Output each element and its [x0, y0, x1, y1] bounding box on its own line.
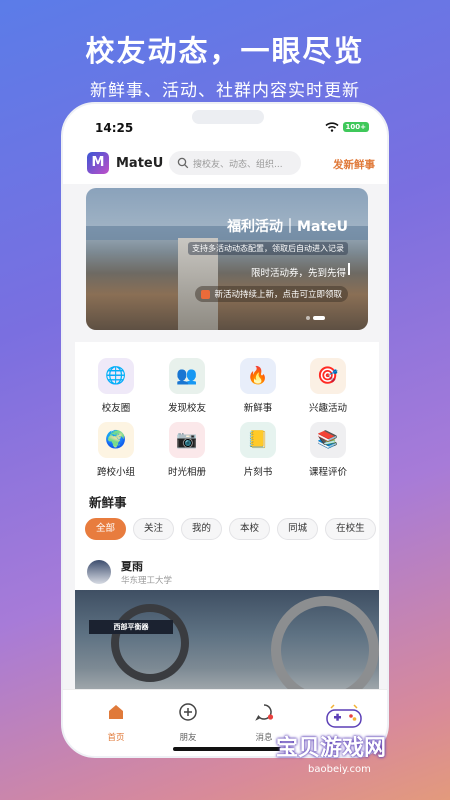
- post-school: 华东理工大学: [121, 576, 173, 586]
- photo-sign: 西部平衡器: [89, 620, 173, 634]
- grid-item-label: 校友圈: [101, 403, 131, 414]
- post-image[interactable]: 西部平衡器: [75, 590, 379, 704]
- feature-grid: 🌐 校友圈 👥 发现校友 🔥 新鲜事 🎯 兴趣活动 🌍 跨校小组 📷 时光相册 📒 片刻书 📚 课程评价: [75, 342, 379, 480]
- watermark-main: 宝贝游戏网: [276, 736, 387, 761]
- grid-item-label: 新鲜事: [243, 403, 273, 414]
- grid-item-label: 片刻书: [243, 467, 273, 478]
- target-icon: 🎯: [310, 358, 346, 394]
- app-logo-icon: M: [87, 152, 109, 174]
- filter-chip[interactable]: 我的: [181, 518, 223, 540]
- banner-title: 福利活动｜MateU: [227, 219, 348, 235]
- carousel-dot: [306, 316, 310, 320]
- chat-bubble-icon: [255, 704, 274, 721]
- app-name: MateU: [116, 156, 164, 171]
- grid-item-5[interactable]: 📷 时光相册: [152, 422, 222, 478]
- earth-icon: 🌍: [98, 422, 134, 458]
- banner-cta[interactable]: 新活动持续上新，点击可立即领取: [195, 286, 348, 302]
- new-post-button[interactable]: 发新鲜事: [333, 157, 375, 172]
- app-header: M MateU 搜校友、动态、组织... 发新鲜事: [63, 144, 387, 184]
- gift-icon: [201, 289, 211, 299]
- phone-frame: 14:25 100+ M MateU 搜校友、动态、组织... 发新鲜事 福利活…: [61, 102, 389, 758]
- carousel-dots: [306, 316, 325, 320]
- avatar[interactable]: [87, 560, 111, 584]
- search-placeholder: 搜校友、动态、组织...: [193, 159, 283, 170]
- filter-chip[interactable]: 关注: [133, 518, 175, 540]
- grid-item-label: 兴趣活动: [308, 403, 347, 414]
- grid-item-6[interactable]: 📒 片刻书: [223, 422, 293, 478]
- tab-friends-label: 朋友: [179, 733, 197, 743]
- filter-chip[interactable]: 全部: [85, 518, 127, 540]
- grid-item-0[interactable]: 🌐 校友圈: [81, 358, 151, 414]
- grid-item-label: 跨校小组: [96, 467, 135, 478]
- plus-circle-icon: [179, 703, 197, 721]
- post-card[interactable]: 夏雨 华东理工大学 西部平衡器: [75, 550, 379, 704]
- people-icon: 👥: [169, 358, 205, 394]
- grid-item-label: 课程评价: [308, 467, 347, 478]
- feed-section-title: 新鲜事: [89, 495, 127, 510]
- globe-icon: 🌐: [98, 358, 134, 394]
- home-indicator: [173, 747, 281, 751]
- search-input[interactable]: 搜校友、动态、组织...: [169, 151, 301, 175]
- grid-item-7[interactable]: 📚 课程评价: [293, 422, 363, 478]
- gamepad-icon: [326, 704, 362, 728]
- photo-disc: [111, 604, 189, 682]
- filter-chips: 全部 关注 我的 本校 同城 在校生: [85, 518, 385, 540]
- promo-banner[interactable]: 福利活动｜MateU 支持多活动动态配置，领取后自动进入记录 限时活动券，先到先…: [86, 188, 368, 330]
- filter-chip[interactable]: 同城: [277, 518, 319, 540]
- banner-cta-text: 新活动持续上新，点击可立即领取: [214, 290, 342, 300]
- promo-title: 校友动态，一眼尽览: [85, 34, 365, 68]
- grid-item-label: 发现校友: [167, 403, 206, 414]
- post-username[interactable]: 夏雨: [121, 558, 143, 574]
- tab-home[interactable]: 首页: [91, 702, 141, 743]
- status-time: 14:25: [95, 121, 134, 135]
- filter-chip[interactable]: 本校: [229, 518, 271, 540]
- filter-chip[interactable]: 在校生: [325, 518, 376, 540]
- wifi-icon: [324, 122, 339, 132]
- tab-friends[interactable]: 朋友: [163, 702, 213, 743]
- search-icon: [177, 157, 189, 169]
- camera-icon: 📷: [169, 422, 205, 458]
- books-icon: 📚: [310, 422, 346, 458]
- home-icon: [109, 705, 123, 719]
- banner-tagline: 限时活动券，先到先得: [250, 268, 346, 279]
- grid-item-2[interactable]: 🔥 新鲜事: [223, 358, 293, 414]
- fire-icon: 🔥: [240, 358, 276, 394]
- grid-item-3[interactable]: 🎯 兴趣活动: [293, 358, 363, 414]
- dynamic-island: [192, 110, 264, 124]
- grid-item-1[interactable]: 👥 发现校友: [152, 358, 222, 414]
- grid-item-4[interactable]: 🌍 跨校小组: [81, 422, 151, 478]
- photo-ring: [271, 596, 379, 704]
- watermark: 宝贝游戏网 baobeiy.com: [276, 730, 386, 775]
- book-icon: 📒: [240, 422, 276, 458]
- status-indicators: 100+: [324, 122, 369, 132]
- carousel-dot-active: [313, 316, 325, 320]
- battery-icon: 100+: [342, 122, 369, 132]
- tab-home-label: 首页: [107, 733, 125, 743]
- banner-cursor: [348, 263, 350, 275]
- banner-caption: 支持多活动动态配置，领取后自动进入记录: [188, 242, 348, 255]
- promo-subtitle: 新鲜事、活动、社群内容实时更新: [90, 81, 360, 101]
- watermark-sub: baobeiy.com: [308, 764, 371, 775]
- grid-item-label: 时光相册: [167, 467, 206, 478]
